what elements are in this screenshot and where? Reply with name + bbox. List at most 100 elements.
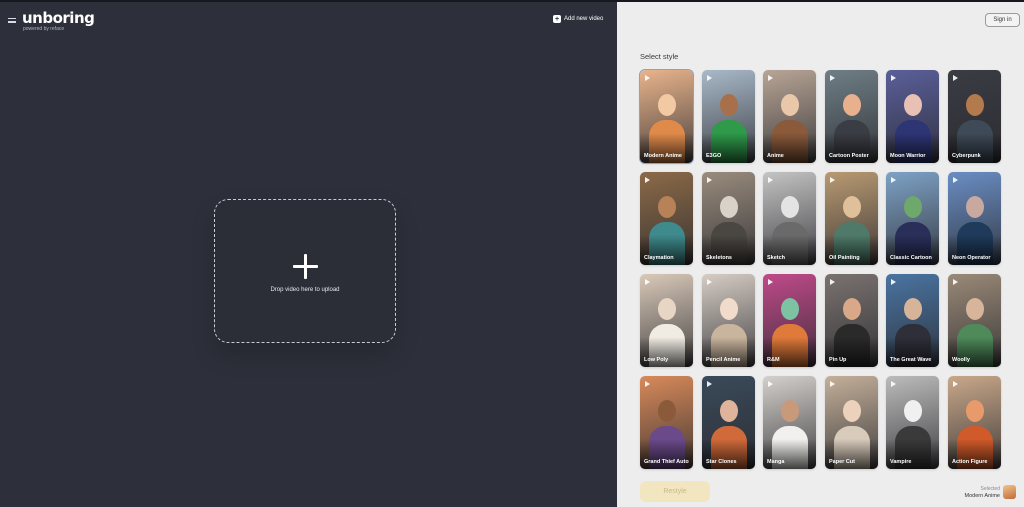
play-icon[interactable] <box>768 279 773 285</box>
style-card-label: The Great Wave <box>890 357 932 363</box>
portrait-figure-head <box>966 298 984 320</box>
style-card[interactable]: Cartoon Poster <box>825 70 878 163</box>
style-card-label: Modern Anime <box>644 153 682 159</box>
portrait-figure-head <box>658 298 676 320</box>
play-icon[interactable] <box>645 279 650 285</box>
portrait-figure-head <box>904 400 922 422</box>
play-icon[interactable] <box>645 75 650 81</box>
style-panel: Sign in Select style Modern Anime E3GO Ani… <box>617 2 1024 507</box>
style-card[interactable]: Pin Up <box>825 274 878 367</box>
style-card[interactable]: Moon Warrior <box>886 70 939 163</box>
style-card[interactable]: Star Clones <box>702 376 755 469</box>
play-icon[interactable] <box>830 381 835 387</box>
portrait-figure-head <box>904 94 922 116</box>
style-card-label: Action Figure <box>952 459 988 465</box>
selected-style-name: Modern Anime <box>964 493 1000 499</box>
style-card-label: Neon Operator <box>952 255 991 261</box>
dropzone-label: Drop video here to upload <box>270 287 340 293</box>
style-card[interactable]: Woolly <box>948 274 1001 367</box>
style-card[interactable]: Sketch <box>763 172 816 265</box>
play-icon[interactable] <box>768 75 773 81</box>
plus-icon <box>293 254 318 279</box>
portrait-figure-head <box>843 400 861 422</box>
style-card[interactable]: Vampire <box>886 376 939 469</box>
style-card[interactable]: Cyberpunk <box>948 70 1001 163</box>
style-card-label: Classic Cartoon <box>890 255 932 261</box>
style-card[interactable]: Classic Cartoon <box>886 172 939 265</box>
play-icon[interactable] <box>645 177 650 183</box>
play-icon[interactable] <box>953 279 958 285</box>
selected-caption: Selected <box>980 486 1000 492</box>
video-dropzone[interactable]: Drop video here to upload <box>214 199 396 343</box>
play-icon[interactable] <box>645 381 650 387</box>
play-icon[interactable] <box>707 279 712 285</box>
style-card-label: Low Poly <box>644 357 669 363</box>
portrait-figure-head <box>658 94 676 116</box>
style-card[interactable]: Pencil Anime <box>702 274 755 367</box>
play-icon[interactable] <box>891 279 896 285</box>
portrait-figure-head <box>966 196 984 218</box>
portrait-figure-head <box>658 196 676 218</box>
style-card-label: Anime <box>767 153 784 159</box>
style-card-label: Grand Thief Auto <box>644 459 689 465</box>
add-new-video-label: Add new video <box>564 16 604 22</box>
play-icon[interactable] <box>830 279 835 285</box>
play-icon[interactable] <box>830 75 835 81</box>
style-card-label: Manga <box>767 459 785 465</box>
style-card[interactable]: Neon Operator <box>948 172 1001 265</box>
add-new-video-button[interactable]: + Add new video <box>553 15 603 23</box>
style-card-label: Vampire <box>890 459 912 465</box>
portrait-figure-head <box>966 94 984 116</box>
play-icon[interactable] <box>707 381 712 387</box>
portrait-figure-head <box>843 196 861 218</box>
portrait-figure-head <box>658 400 676 422</box>
portrait-figure-head <box>720 94 738 116</box>
upload-panel: unboring powered by reface + Add new vid… <box>0 2 617 507</box>
portrait-figure-head <box>720 196 738 218</box>
play-icon[interactable] <box>953 381 958 387</box>
play-icon[interactable] <box>768 177 773 183</box>
style-card[interactable]: Manga <box>763 376 816 469</box>
style-card[interactable]: Paper Cut <box>825 376 878 469</box>
play-icon[interactable] <box>707 75 712 81</box>
portrait-figure-head <box>904 298 922 320</box>
style-card[interactable]: Low Poly <box>640 274 693 367</box>
style-grid: Modern Anime E3GO Anime Cartoon Poster Moon … <box>639 69 1002 470</box>
style-card-label: Star Clones <box>706 459 737 465</box>
play-icon[interactable] <box>768 381 773 387</box>
app-logo[interactable]: unboring <box>22 11 95 26</box>
restyle-button[interactable]: Restyle <box>640 481 710 502</box>
style-card[interactable]: R&M <box>763 274 816 367</box>
style-card[interactable]: Oil Painting <box>825 172 878 265</box>
style-card[interactable]: The Great Wave <box>886 274 939 367</box>
portrait-figure-head <box>781 94 799 116</box>
style-card-label: Sketch <box>767 255 786 261</box>
style-card-label: Moon Warrior <box>890 153 926 159</box>
sign-in-button[interactable]: Sign in <box>985 13 1020 27</box>
style-card[interactable]: Anime <box>763 70 816 163</box>
style-card[interactable]: Grand Thief Auto <box>640 376 693 469</box>
play-icon[interactable] <box>891 177 896 183</box>
style-card-label: Cyberpunk <box>952 153 981 159</box>
style-card-label: Oil Painting <box>829 255 860 261</box>
play-icon[interactable] <box>953 75 958 81</box>
play-icon[interactable] <box>953 177 958 183</box>
play-icon[interactable] <box>891 381 896 387</box>
style-card[interactable]: Skeletons <box>702 172 755 265</box>
portrait-figure-head <box>781 400 799 422</box>
hamburger-menu-icon[interactable] <box>8 18 16 24</box>
play-icon[interactable] <box>830 177 835 183</box>
style-card-label: Claymation <box>644 255 674 261</box>
style-card[interactable]: Claymation <box>640 172 693 265</box>
play-icon[interactable] <box>707 177 712 183</box>
play-icon[interactable] <box>891 75 896 81</box>
select-style-heading: Select style <box>640 52 679 61</box>
style-card-label: E3GO <box>706 153 722 159</box>
style-card[interactable]: Modern Anime <box>639 69 694 164</box>
style-card[interactable]: E3GO <box>702 70 755 163</box>
portrait-figure-head <box>781 298 799 320</box>
style-card[interactable]: Action Figure <box>948 376 1001 469</box>
portrait-figure-head <box>720 400 738 422</box>
portrait-figure-head <box>843 94 861 116</box>
logo-tagline: powered by reface <box>23 26 65 32</box>
